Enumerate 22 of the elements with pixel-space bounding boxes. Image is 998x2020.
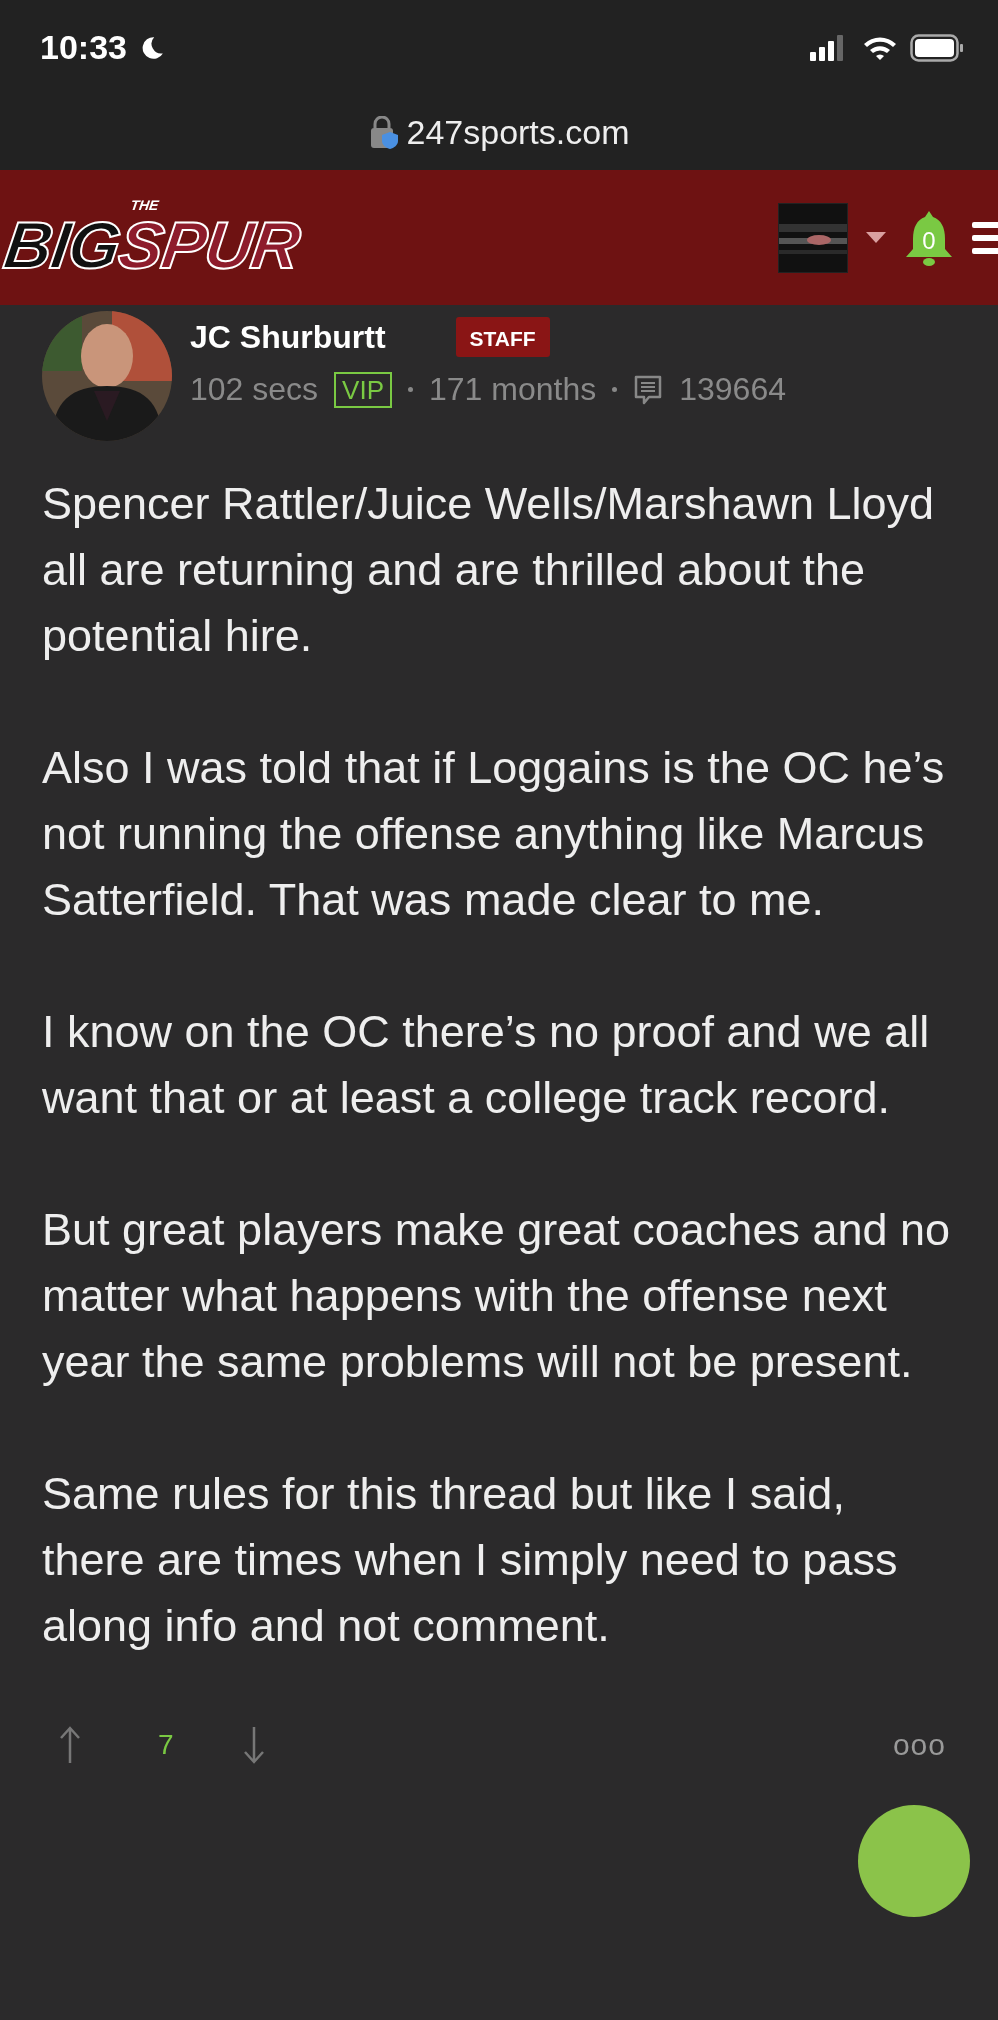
vote-count: 7 xyxy=(158,1729,174,1761)
post-paragraph: Also I was told that if Loggains is the OC he’s not running the offense anything like Marcus Satterfield. That was made clear to me. xyxy=(42,741,946,927)
staff-badge: STAFF xyxy=(455,317,550,357)
comment-icon xyxy=(633,373,664,406)
vip-badge: VIP xyxy=(334,371,392,408)
author-name[interactable]: JC Shurburtt xyxy=(190,317,386,357)
status-time: 10:33 xyxy=(40,28,127,67)
post-paragraph: Spencer Rattler/Juice Wells/Marshawn Lloyd all are returning and are thrilled about the potential hire. xyxy=(42,477,936,663)
caret-icon[interactable] xyxy=(866,231,886,244)
lock-icon xyxy=(368,115,399,150)
post-count: 139664 xyxy=(679,371,786,408)
downvote-icon[interactable] xyxy=(241,1725,266,1765)
upvote-icon[interactable] xyxy=(58,1725,82,1765)
post-paragraph: Same rules for this thread but like I said, there are times when I simply need to pass along info and not comment. xyxy=(42,1467,899,1653)
post-time: 102 secs xyxy=(190,371,319,408)
menu-icon[interactable] xyxy=(972,219,998,256)
url-text[interactable]: 247sports.com xyxy=(406,113,630,152)
battery-icon xyxy=(910,33,964,62)
member-tenure: 171 months xyxy=(429,371,597,408)
post-paragraph: But great players make great coaches and no matter what happens with the offense next year the same problems will not be present. xyxy=(42,1203,952,1389)
more-options[interactable]: ooo xyxy=(892,1728,946,1762)
post-paragraph: I know on the OC there’s no proof and we all want that or at least a college track record. xyxy=(42,1005,931,1125)
